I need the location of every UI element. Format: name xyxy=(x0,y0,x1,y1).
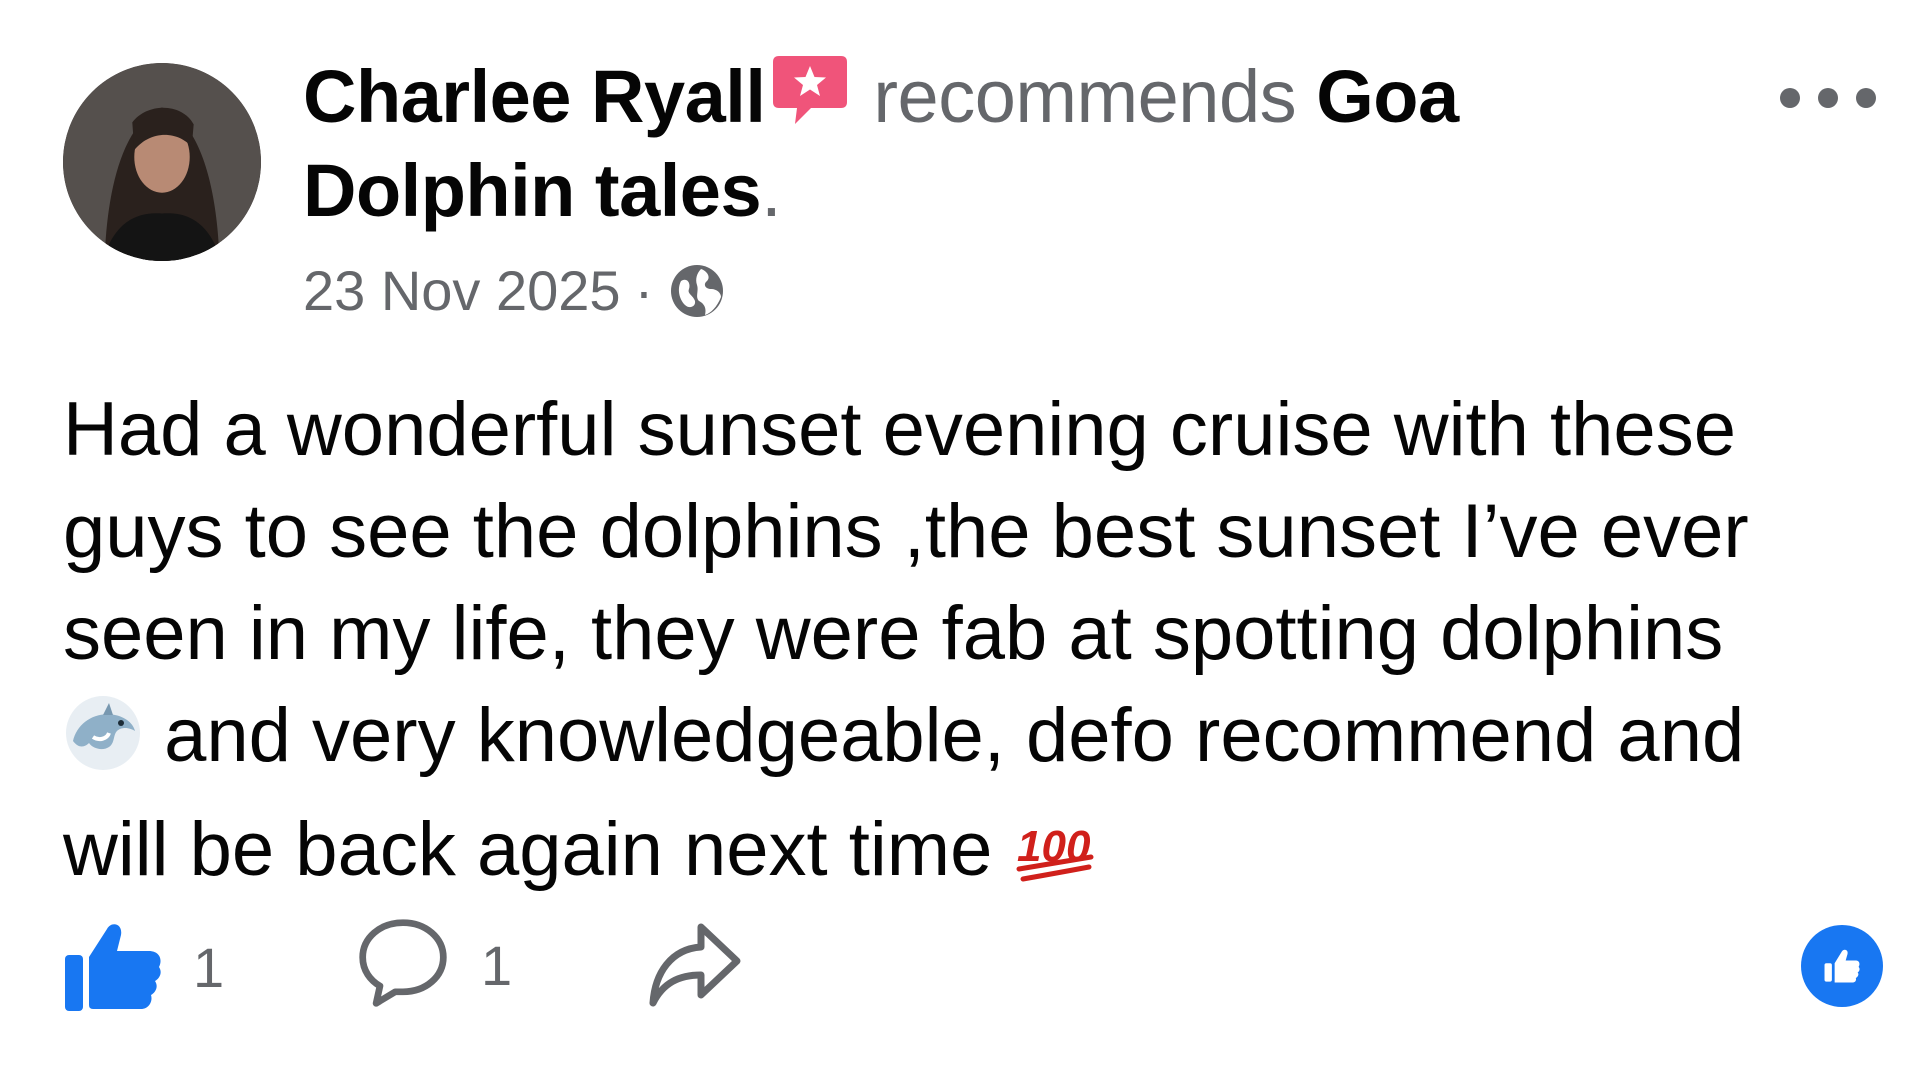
post-meta: 23 Nov 2025 · xyxy=(303,256,727,326)
header-period: . xyxy=(761,149,782,232)
share-icon xyxy=(643,915,743,1020)
globe-icon xyxy=(667,261,727,321)
post-actions: 1 1 xyxy=(63,915,1883,1015)
review-post: Charlee Ryall recommends Goa Dolphin tale… xyxy=(0,0,1920,1069)
avatar-image xyxy=(63,63,261,261)
avatar[interactable] xyxy=(63,63,261,261)
comment-icon xyxy=(355,915,451,1016)
post-date[interactable]: 23 Nov 2025 xyxy=(303,256,621,326)
post-body: Had a wonderful sunset evening cruise wi… xyxy=(63,379,1863,913)
share-button[interactable] xyxy=(643,915,743,1020)
dolphin-emoji-icon xyxy=(63,693,143,799)
post-body-text-1: Had a wonderful sunset evening cruise wi… xyxy=(63,387,1749,676)
comment-button[interactable]: 1 xyxy=(355,915,512,1016)
like-reaction-icon[interactable] xyxy=(1801,925,1883,1007)
recommendation-badge-icon xyxy=(771,54,849,128)
meta-separator: · xyxy=(634,259,654,322)
thumbs-up-icon xyxy=(63,915,163,1020)
like-button[interactable]: 1 xyxy=(63,915,224,1020)
post-header: Charlee Ryall recommends Goa Dolphin tale… xyxy=(303,50,1593,238)
hundred-points-emoji-icon: 100 xyxy=(1013,811,1095,913)
author-name[interactable]: Charlee Ryall xyxy=(303,55,766,138)
more-options-icon[interactable] xyxy=(1780,86,1876,110)
comment-count: 1 xyxy=(481,934,513,997)
recommends-text: recommends xyxy=(873,55,1297,138)
post-body-text-2: and very knowledgeable, defo recommend a… xyxy=(63,693,1745,892)
like-count: 1 xyxy=(193,936,225,999)
